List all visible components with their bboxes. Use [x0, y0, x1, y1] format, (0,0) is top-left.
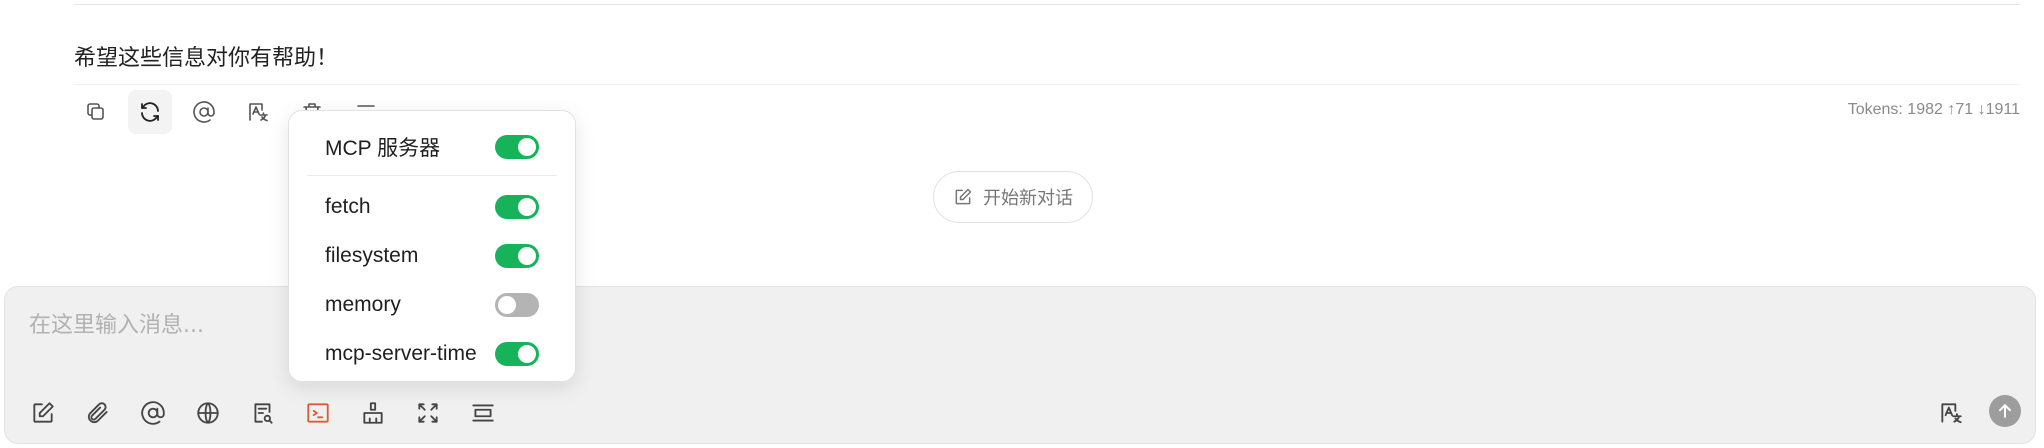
edit-icon — [955, 188, 972, 205]
input-toolbar — [23, 393, 518, 433]
globe-icon — [197, 402, 219, 424]
token-usage: Tokens: 1982 ↑71 ↓1911 — [1847, 101, 2020, 118]
mcp-server-label: filesystem — [325, 244, 419, 267]
mcp-server-toggle-time[interactable] — [495, 342, 539, 366]
translate-input-button[interactable] — [1931, 393, 1971, 433]
mcp-server-toggle-memory[interactable] — [495, 293, 539, 317]
new-topic-button[interactable] — [23, 393, 63, 433]
new-chat-button[interactable]: 开始新对话 — [933, 171, 1093, 223]
toggle-knob — [498, 296, 516, 314]
mcp-server-toggle-filesystem[interactable] — [495, 244, 539, 268]
mcp-server-toggle-fetch[interactable] — [495, 195, 539, 219]
terminal-icon — [307, 403, 329, 423]
web-search-button[interactable] — [188, 393, 228, 433]
message-input-placeholder[interactable]: 在这里输入消息... — [29, 307, 204, 339]
mcp-server-row: mcp-server-time — [325, 337, 539, 371]
translate-button[interactable] — [236, 90, 280, 134]
clear-context-button[interactable] — [353, 393, 393, 433]
copy-button[interactable] — [74, 90, 118, 134]
toggle-knob — [518, 345, 536, 363]
at-icon — [193, 101, 215, 123]
refresh-icon — [141, 102, 159, 122]
translate-icon — [249, 103, 268, 122]
mcp-master-toggle[interactable] — [495, 135, 539, 159]
expand-icon — [418, 403, 438, 423]
toggle-knob — [518, 247, 536, 265]
mcp-header-row: MCP 服务器 — [325, 130, 539, 164]
collapse-icon — [472, 404, 494, 422]
new-chat-label: 开始新对话 — [983, 188, 1073, 209]
message-divider — [74, 84, 2020, 85]
edit-icon — [33, 402, 54, 423]
mention-button[interactable] — [182, 90, 226, 134]
arrow-up-icon — [1999, 404, 2011, 418]
regenerate-button[interactable] — [128, 90, 172, 134]
mcp-server-row: filesystem — [325, 239, 539, 273]
translate-icon — [1941, 403, 1962, 424]
mention-model-button[interactable] — [133, 393, 173, 433]
document-search-icon — [254, 403, 273, 424]
mcp-server-row: memory — [325, 288, 539, 322]
expand-button[interactable] — [408, 393, 448, 433]
mcp-header-divider — [307, 175, 557, 176]
collapse-button[interactable] — [463, 393, 503, 433]
mcp-server-label: memory — [325, 293, 401, 316]
attachment-button[interactable] — [78, 393, 118, 433]
mcp-server-label: fetch — [325, 195, 371, 218]
mcp-header-label: MCP 服务器 — [325, 137, 441, 160]
mcp-server-button[interactable] — [298, 393, 338, 433]
top-divider — [74, 4, 2020, 5]
paperclip-icon — [87, 402, 108, 424]
mcp-server-row: fetch — [325, 190, 539, 224]
toggle-knob — [518, 198, 536, 216]
mcp-server-label: mcp-server-time — [325, 342, 477, 365]
broom-icon — [363, 402, 383, 424]
mcp-server-popup: MCP 服务器 fetch filesystem memory mcp-serv… — [288, 110, 576, 382]
knowledge-base-button[interactable] — [243, 393, 283, 433]
toggle-knob — [518, 138, 536, 156]
copy-icon — [87, 103, 104, 120]
at-icon — [141, 401, 165, 425]
assistant-message-text: 希望这些信息对你有帮助！ — [74, 46, 339, 71]
send-button[interactable] — [1989, 395, 2021, 427]
